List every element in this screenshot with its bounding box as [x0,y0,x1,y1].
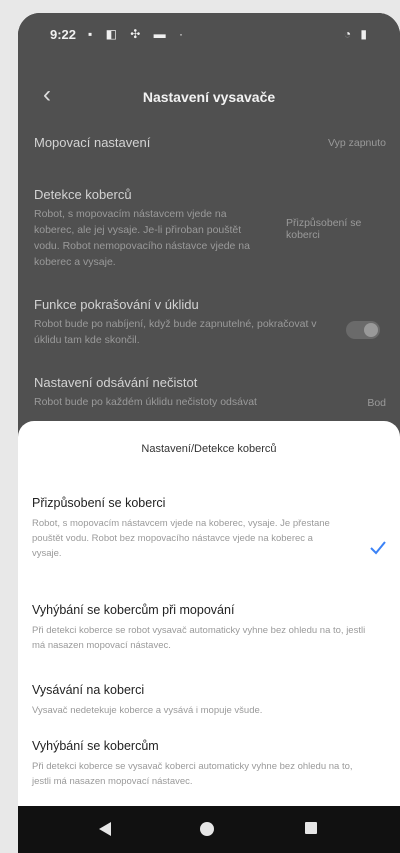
setting-label: Funkce pokrašování v úklidu [34,297,199,312]
setting-label: Nastavení odsávání nečistot [34,375,198,390]
setting-value: Přizpůsobení se koberci [286,217,362,241]
setting-row-resume-cleaning[interactable]: Funkce pokrašování v úklidu Robot bude p… [18,297,400,367]
setting-desc: Robot bude po každém úklidu nečistoty od… [34,396,257,408]
circle-home-icon[interactable] [200,822,214,836]
check-icon [370,541,386,555]
setting-desc: Robot bude po nabíjení, když bude zapnut… [34,318,317,346]
option-label: Vysávání na koberci [32,683,145,697]
page-title: Nastavení vysavače [142,89,276,105]
status-time: 9:22 [50,27,77,42]
phone-frame: 9:22 ▪ ◧ ✣ ▬ · ◔ ▮ ‹ Nastavení vysavače … [18,13,400,853]
option-label: Vyhýbání se kobercům při mopování [32,603,235,617]
settings-list: Mopovací nastavení Vyp zapnuto Detekce k… [18,135,400,415]
option-label: Vyhýbání se kobercům [32,739,159,753]
app-header: ‹ Nastavení vysavače [18,79,400,123]
option-avoid-when-mopping[interactable]: Vyhýbání se kobercům při mopování Při de… [32,603,372,653]
option-carpet-adapt[interactable]: Přizpůsobení se koberci Robot, s mopovac… [32,496,372,561]
option-avoid-carpets[interactable]: Vyhýbání se kobercům Při detekci koberce… [32,739,372,789]
status-notification-icons: ▪ ◧ ✣ ▬ · [88,27,188,41]
resume-cleaning-toggle[interactable] [346,321,380,339]
setting-row-dust-emptying[interactable]: Nastavení odsávání nečistot Robot bude p… [18,375,400,415]
setting-desc: Robot, s mopovacím nástavcem vjede na ko… [34,208,250,268]
setting-row-carpet-detection[interactable]: Detekce koberců Robot, s mopovacím násta… [18,187,400,287]
setting-value: Vyp zapnuto [328,137,386,149]
system-nav-bar [18,806,400,853]
setting-label: Detekce koberců [34,187,132,202]
option-desc: Při detekci koberce se robot vysavač aut… [32,625,366,651]
option-label: Přizpůsobení se koberci [32,496,166,510]
option-vacuum-on-carpet[interactable]: Vysávání na koberci Vysavač nedetekuje k… [32,683,372,718]
bottom-sheet: Nastavení/Detekce koberců Přizpůsobení s… [18,421,400,806]
status-system-icons: ◔ ▮ [343,27,370,41]
option-desc: Vysavač nedetekuje koberce a vysává i mo… [32,705,263,716]
screen: 9:22 ▪ ◧ ✣ ▬ · ◔ ▮ ‹ Nastavení vysavače … [18,13,400,853]
sheet-title: Nastavení/Detekce koberců [141,443,277,455]
option-desc: Při detekci koberce se vysavač koberci a… [32,761,353,787]
setting-row-mop[interactable]: Mopovací nastavení Vyp zapnuto [18,135,400,165]
status-bar: 9:22 ▪ ◧ ✣ ▬ · ◔ ▮ [18,13,400,57]
square-recents-icon[interactable] [305,822,317,834]
option-desc: Robot, s mopovacím nástavcem vjede na ko… [32,518,330,559]
triangle-back-icon[interactable] [98,821,112,837]
setting-value: Bod [367,397,386,409]
